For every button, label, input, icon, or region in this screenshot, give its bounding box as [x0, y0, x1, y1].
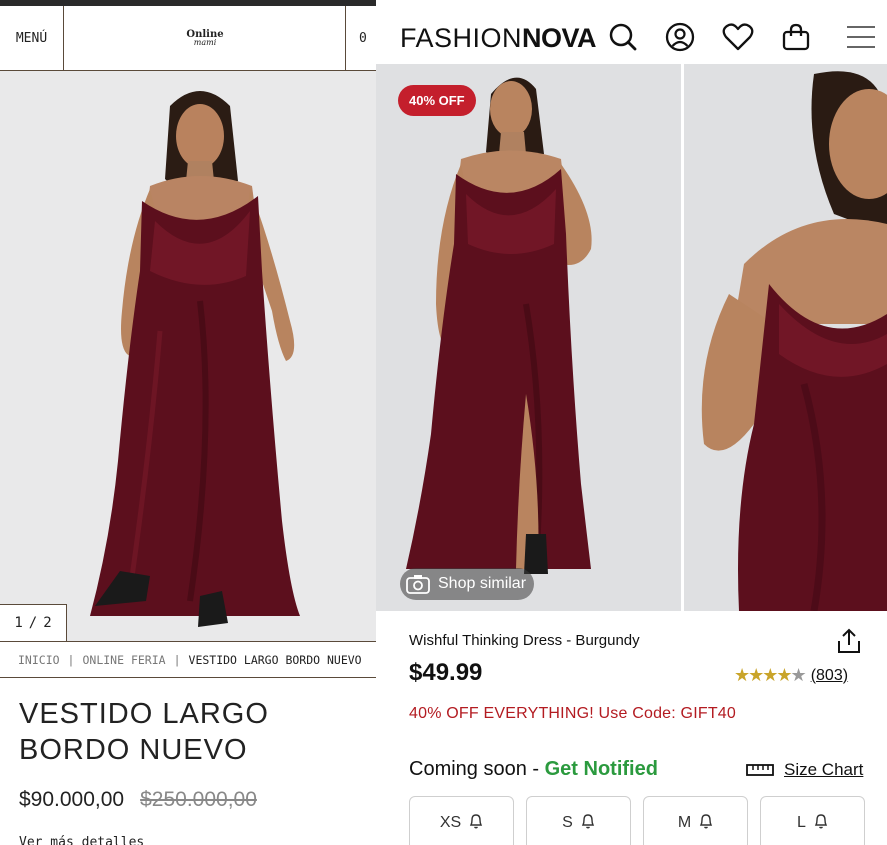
availability-row: Coming soon - Get Notified — [409, 758, 658, 781]
brand-light: FASHION — [400, 23, 523, 53]
size-label: XS — [439, 814, 462, 831]
hamburger-menu-icon[interactable] — [844, 20, 878, 54]
bell-icon — [581, 813, 595, 834]
product-photo-main[interactable]: 40% OFF Shop similar — [376, 64, 681, 611]
size-chart-link[interactable]: Size Chart — [746, 760, 863, 780]
left-header: MENÚ Online mami 0 — [0, 6, 376, 71]
counter-sep: / — [28, 615, 38, 631]
availability-dash: - — [526, 758, 545, 780]
account-icon[interactable] — [663, 20, 697, 54]
get-notified-link[interactable]: Get Notified — [545, 758, 658, 780]
price-row: $90.000,00 $250.000,00 — [19, 788, 257, 812]
camera-icon — [406, 574, 430, 594]
product-name: Wishful Thinking Dress - Burgundy — [409, 632, 640, 649]
shop-similar-button[interactable]: Shop similar — [400, 568, 535, 600]
ruler-icon — [746, 763, 774, 777]
cart-count[interactable]: 0 — [345, 6, 376, 70]
product-photo[interactable] — [0, 71, 376, 641]
product-gallery[interactable]: 40% OFF Shop similar — [376, 64, 887, 611]
breadcrumb-current: VESTIDO LARGO BORDO NUEVO — [188, 652, 362, 667]
bell-icon — [814, 813, 828, 834]
star-rating: ★★★★★ — [734, 665, 807, 685]
counter-current: 1 — [14, 615, 23, 631]
counter-total: 2 — [43, 615, 52, 631]
product-title: VESTIDO LARGO BORDO NUEVO — [19, 698, 269, 766]
rating[interactable]: ★★★★★ (803) — [734, 665, 848, 686]
sale-price: $90.000,00 — [19, 788, 125, 811]
coming-soon-label: Coming soon — [409, 758, 527, 780]
product-photo-next[interactable] — [684, 64, 887, 611]
heart-icon[interactable] — [721, 20, 755, 54]
bell-icon — [469, 813, 483, 834]
promo-banner: 40% OFF EVERYTHING! Use Code: GIFT40 — [409, 705, 736, 722]
size-label: S — [562, 814, 573, 831]
menu-button[interactable]: MENÚ — [0, 6, 64, 70]
model-closeup-image — [684, 64, 887, 611]
breadcrumb-category[interactable]: ONLINE FERIA — [82, 653, 165, 667]
product-price: $49.99 — [409, 659, 483, 686]
model-dress-image — [376, 64, 681, 611]
breadcrumb: INICIO | ONLINE FERIA | VESTIDO LARGO BO… — [0, 641, 376, 678]
more-details-link[interactable]: Ver más detalles — [19, 835, 144, 845]
search-icon[interactable] — [606, 20, 640, 54]
size-option-l[interactable]: L — [760, 796, 865, 845]
size-option-s[interactable]: S — [526, 796, 631, 845]
size-selector: XS S M L — [409, 796, 865, 845]
fashion-nova-logo[interactable]: FASHIONNOVA — [400, 23, 597, 53]
image-counter: 1 / 2 — [0, 604, 67, 642]
size-option-m[interactable]: M — [643, 796, 748, 845]
size-label: L — [797, 814, 806, 831]
breadcrumb-sep: | — [67, 652, 75, 667]
bell-icon — [699, 813, 713, 834]
brand-bold: NOVA — [522, 23, 597, 53]
online-mami-logo[interactable]: Online mami — [64, 6, 346, 70]
bag-icon[interactable] — [779, 20, 813, 54]
online-mami-panel: MENÚ Online mami 0 1 / 2 INICIO | ONLINE… — [0, 0, 376, 845]
breadcrumb-home[interactable]: INICIO — [18, 653, 60, 667]
shop-similar-label: Shop similar — [438, 575, 527, 592]
size-label: M — [677, 814, 692, 831]
model-dress-image — [0, 71, 376, 641]
size-option-xs[interactable]: XS — [409, 796, 514, 845]
right-header: FASHIONNOVA — [376, 0, 887, 64]
logo-bottom-text: mami — [193, 37, 217, 47]
share-icon[interactable] — [835, 627, 863, 655]
original-price: $250.000,00 — [140, 788, 257, 811]
discount-badge: 40% OFF — [398, 85, 476, 116]
review-count[interactable]: (803) — [811, 667, 848, 685]
breadcrumb-sep: | — [173, 652, 181, 667]
fashion-nova-panel: FASHIONNOVA 40% OFF Shop similar Wishful… — [376, 0, 887, 845]
size-chart-label: Size Chart — [784, 760, 864, 779]
